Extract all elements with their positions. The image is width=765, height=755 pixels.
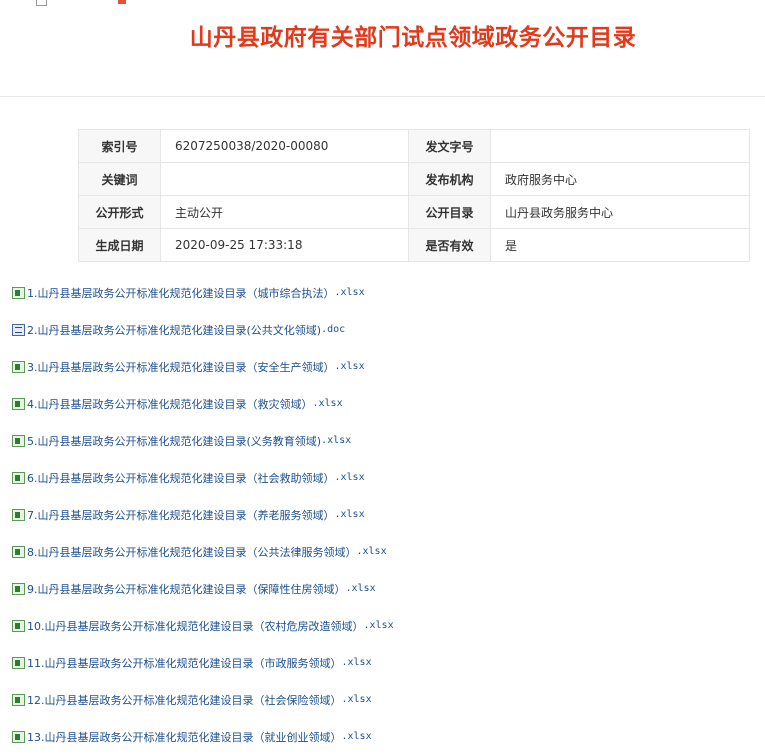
attachment-name: 3.山丹县基层政务公开标准化规范化建设目录（安全生产领域） [27,360,335,374]
bookmark-icon[interactable] [118,0,126,4]
attachment-link[interactable]: 11.山丹县基层政务公开标准化规范化建设目录（市政服务领域） .xlsx [12,655,372,671]
list-item: 8.山丹县基层政务公开标准化规范化建设目录（公共法律服务领域） .xlsx [12,533,394,570]
info-value: 政府服务中心 [490,162,750,196]
page-title: 山丹县政府有关部门试点领域政务公开目录 [189,25,637,51]
excel-file-icon [12,286,25,299]
info-value [160,162,409,196]
attachment-name: 1.山丹县基层政务公开标准化规范化建设目录（城市综合执法） [27,286,335,300]
info-label: 是否有效 [408,228,491,262]
info-label: 生成日期 [78,228,161,262]
list-item: 7.山丹县基层政务公开标准化规范化建设目录（养老服务领域） .xlsx [12,496,394,533]
divider [0,96,765,97]
attachment-name: 10.山丹县基层政务公开标准化规范化建设目录（农村危房改造领域） [27,619,364,633]
excel-file-icon [12,656,25,669]
excel-file-icon [12,545,25,558]
list-item: 9.山丹县基层政务公开标准化规范化建设目录（保障性住房领域） .xlsx [12,570,394,607]
info-label: 关键词 [78,162,161,196]
attachment-name: 2.山丹县基层政务公开标准化规范化建设目录(公共文化领域) [27,323,322,337]
excel-file-icon [12,619,25,632]
attachment-extension: .xlsx [341,657,372,668]
info-row: 关键词 发布机构 政府服务中心 [78,162,750,196]
attachment-name: 13.山丹县基层政务公开标准化规范化建设目录（就业创业领域） [27,730,342,744]
attachment-extension: .xlsx [341,694,372,705]
info-value: 2020-09-25 17:33:18 [160,228,409,262]
list-item: 6.山丹县基层政务公开标准化规范化建设目录（社会救助领域） .xlsx [12,459,394,496]
attachment-name: 11.山丹县基层政务公开标准化规范化建设目录（市政服务领域） [27,656,342,670]
attachment-extension: .xlsx [334,509,365,520]
list-item: 2.山丹县基层政务公开标准化规范化建设目录(公共文化领域) .doc [12,311,394,348]
attachment-extension: .doc [321,324,346,335]
excel-file-icon [12,582,25,595]
info-row: 索引号 6207250038/2020-00080 发文字号 [78,129,750,163]
attachment-name: 5.山丹县基层政务公开标准化规范化建设目录(义务教育领域) [27,434,322,448]
info-value: 山丹县政务服务中心 [490,195,750,229]
list-item: 10.山丹县基层政务公开标准化规范化建设目录（农村危房改造领域） .xlsx [12,607,394,644]
document-info-table: 索引号 6207250038/2020-00080 发文字号 关键词 发布机构 政府服务中… [78,129,750,262]
info-value: 是 [490,228,750,262]
word-file-icon [12,323,25,336]
attachment-extension: .xlsx [356,546,387,557]
info-label: 公开目录 [408,195,491,229]
info-value: 6207250038/2020-00080 [160,129,409,163]
excel-file-icon [12,730,25,743]
list-item: 1.山丹县基层政务公开标准化规范化建设目录（城市综合执法） .xlsx [12,274,394,311]
attachment-name: 4.山丹县基层政务公开标准化规范化建设目录（救灾领域） [27,397,313,411]
info-row: 公开形式 主动公开 公开目录 山丹县政务服务中心 [78,195,750,229]
attachment-link[interactable]: 8.山丹县基层政务公开标准化规范化建设目录（公共法律服务领域） .xlsx [12,544,387,560]
excel-file-icon [12,434,25,447]
attachment-name: 8.山丹县基层政务公开标准化规范化建设目录（公共法律服务领域） [27,545,357,559]
attachment-name: 9.山丹县基层政务公开标准化规范化建设目录（保障性住房领域） [27,582,346,596]
excel-file-icon [12,471,25,484]
attachment-link[interactable]: 13.山丹县基层政务公开标准化规范化建设目录（就业创业领域） .xlsx [12,729,372,745]
attachment-link[interactable]: 7.山丹县基层政务公开标准化规范化建设目录（养老服务领域） .xlsx [12,507,365,523]
attachment-link[interactable]: 2.山丹县基层政务公开标准化规范化建设目录(公共文化领域) .doc [12,322,345,338]
list-item: 12.山丹县基层政务公开标准化规范化建设目录（社会保险领域） .xlsx [12,681,394,718]
attachment-extension: .xlsx [312,398,343,409]
attachment-link[interactable]: 12.山丹县基层政务公开标准化规范化建设目录（社会保险领域） .xlsx [12,692,372,708]
checkbox-icon[interactable] [36,0,47,6]
info-value [490,129,750,163]
attachment-extension: .xlsx [341,731,372,742]
info-label: 公开形式 [78,195,161,229]
info-value: 主动公开 [160,195,409,229]
excel-file-icon [12,693,25,706]
attachment-extension: .xlsx [321,435,352,446]
info-label: 发布机构 [408,162,491,196]
list-item: 4.山丹县基层政务公开标准化规范化建设目录（救灾领域） .xlsx [12,385,394,422]
attachment-extension: .xlsx [345,583,376,594]
attachment-link[interactable]: 6.山丹县基层政务公开标准化规范化建设目录（社会救助领域） .xlsx [12,470,365,486]
attachment-link[interactable]: 4.山丹县基层政务公开标准化规范化建设目录（救灾领域） .xlsx [12,396,343,412]
attachment-extension: .xlsx [363,620,394,631]
attachment-link[interactable]: 3.山丹县基层政务公开标准化规范化建设目录（安全生产领域） .xlsx [12,359,365,375]
list-item: 13.山丹县基层政务公开标准化规范化建设目录（就业创业领域） .xlsx [12,718,394,755]
attachment-name: 6.山丹县基层政务公开标准化规范化建设目录（社会救助领域） [27,471,335,485]
attachment-extension: .xlsx [334,287,365,298]
attachment-extension: .xlsx [334,361,365,372]
list-item: 5.山丹县基层政务公开标准化规范化建设目录(义务教育领域) .xlsx [12,422,394,459]
excel-file-icon [12,397,25,410]
attachment-link[interactable]: 9.山丹县基层政务公开标准化规范化建设目录（保障性住房领域） .xlsx [12,581,376,597]
attachment-extension: .xlsx [334,472,365,483]
attachment-name: 7.山丹县基层政务公开标准化规范化建设目录（养老服务领域） [27,508,335,522]
excel-file-icon [12,508,25,521]
info-label: 发文字号 [408,129,491,163]
attachment-link[interactable]: 10.山丹县基层政务公开标准化规范化建设目录（农村危房改造领域） .xlsx [12,618,394,634]
info-row: 生成日期 2020-09-25 17:33:18 是否有效是 [78,228,750,262]
top-toolbar [0,0,765,6]
attachment-link[interactable]: 5.山丹县基层政务公开标准化规范化建设目录(义务教育领域) .xlsx [12,433,351,449]
excel-file-icon [12,360,25,373]
list-item: 11.山丹县基层政务公开标准化规范化建设目录（市政服务领域） .xlsx [12,644,394,681]
attachment-list: 1.山丹县基层政务公开标准化规范化建设目录（城市综合执法） .xlsx 2.山丹县基… [12,274,394,755]
info-label: 索引号 [78,129,161,163]
attachment-link[interactable]: 1.山丹县基层政务公开标准化规范化建设目录（城市综合执法） .xlsx [12,285,365,301]
attachment-name: 12.山丹县基层政务公开标准化规范化建设目录（社会保险领域） [27,693,342,707]
list-item: 3.山丹县基层政务公开标准化规范化建设目录（安全生产领域） .xlsx [12,348,394,385]
